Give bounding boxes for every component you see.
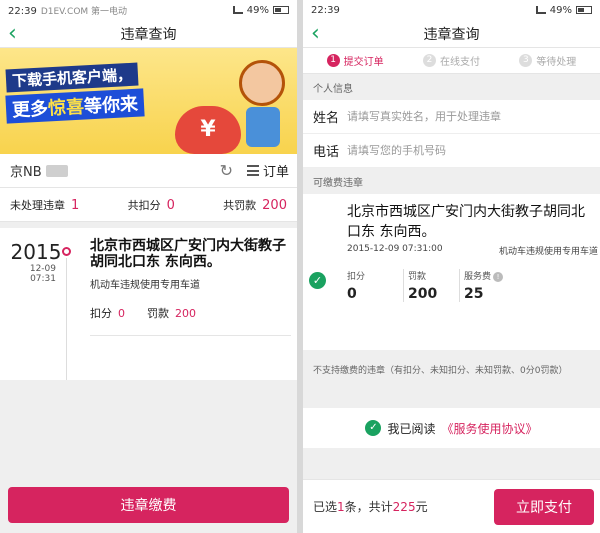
step-submit: 1 提交订单 xyxy=(326,53,384,68)
signal-icon xyxy=(535,6,546,14)
violation-date: 2015 12-09 07:31 xyxy=(10,240,62,284)
refresh-icon[interactable]: ↻ xyxy=(220,161,233,180)
pay-now-button[interactable]: 立即支付 xyxy=(494,488,594,525)
timeline-line xyxy=(66,258,67,380)
violation-fees: 扣分 0 罚款 200 xyxy=(90,307,196,320)
name-input[interactable] xyxy=(347,110,587,123)
name-field: 姓名 xyxy=(303,100,600,134)
banner-line1: 下载手机客户端， xyxy=(5,62,139,93)
divider xyxy=(90,335,291,336)
payable-heading: 可缴费违章 xyxy=(313,177,363,189)
blurred-plate xyxy=(45,164,68,177)
stat-unprocessed: 未处理违章 1 xyxy=(10,197,80,213)
step-wait: 3 等待处理 xyxy=(519,53,576,68)
payable-violation-item[interactable]: ✓ 北京市西城区广安门内大街教子胡同北口东 东向西。 2015-12-09 07… xyxy=(303,194,600,350)
battery-text: 49% xyxy=(549,4,572,16)
pay-violation-button[interactable]: 违章缴费 xyxy=(8,487,289,523)
cartoon-boy-icon xyxy=(239,60,285,147)
step-pay: 2 在线支付 xyxy=(422,53,480,68)
check-icon[interactable]: ✓ xyxy=(309,272,326,289)
stat-fine: 共罚款 200 xyxy=(223,197,287,213)
watermark: D1EV.COM 第一电动 xyxy=(40,6,128,17)
info-icon[interactable]: ! xyxy=(493,272,504,282)
status-icons: 49% xyxy=(535,4,592,16)
stats-row: 未处理违章 1 共扣分 0 共罚款 200 xyxy=(0,188,297,222)
clock: 22:39 xyxy=(8,5,37,17)
list-icon xyxy=(246,165,259,176)
status-icons: 49% xyxy=(232,4,289,16)
plate-number: 京NB xyxy=(10,161,68,180)
page-title: 违章查询 xyxy=(423,26,480,43)
plate-row: 京NB ↻ 订单 xyxy=(0,154,297,188)
signal-icon xyxy=(232,6,243,14)
status-bar: 22:39 D1EV.COM 第一电动 49% xyxy=(0,0,297,20)
money-bag-icon: ¥ xyxy=(175,106,241,154)
orders-button[interactable]: 订单 xyxy=(246,161,289,180)
total-summary: 已选1条，共计225元 xyxy=(313,500,428,514)
order-screen: 22:39 49% ‹ 违章查询 1 提交订单 2 在线支付 3 等待处理 个人信息 … xyxy=(303,0,600,533)
violation-address: 北京市西城区广安门内大街教子胡同北口东 东向西。 xyxy=(90,238,286,270)
promo-banner[interactable]: 下载手机客户端， 更多惊喜等你来 ¥ xyxy=(0,48,297,154)
payable-address: 北京市西城区广安门内大街教子胡同北口东 东向西。 xyxy=(347,204,585,240)
battery-icon xyxy=(576,6,592,14)
checkout-bar: 已选1条，共计225元 立即支付 xyxy=(303,479,600,533)
service-agreement-link[interactable]: 《服务使用协议》 xyxy=(442,420,538,437)
payable-fees: 扣分 0 罚款 200 服务费! 25 xyxy=(347,269,598,302)
timeline-dot xyxy=(62,247,71,256)
unsupported-note: 不支持缴费的违章（有扣分、未知扣分、未知罚款、0分0罚款） xyxy=(303,350,600,408)
personal-info-heading: 个人信息 xyxy=(313,83,353,95)
nav-bar: ‹ 违章查询 xyxy=(0,20,297,48)
name-label: 姓名 xyxy=(313,111,340,126)
clock: 22:39 xyxy=(311,4,340,16)
page-title: 违章查询 xyxy=(120,26,177,43)
phone-field: 电话 xyxy=(303,134,600,168)
violation-type: 机动车违规使用专用车道 xyxy=(90,280,200,291)
phone-label: 电话 xyxy=(313,145,340,160)
battery-icon xyxy=(273,6,289,14)
banner-line2: 更多惊喜等你来 xyxy=(5,88,145,124)
agreement-text: 我已阅读 xyxy=(387,421,436,436)
query-screen: 22:39 D1EV.COM 第一电动 49% ‹ 违章查询 下载手机客户端， 更… xyxy=(0,0,297,533)
nav-bar: ‹ 违章查询 xyxy=(303,20,600,48)
battery-text: 49% xyxy=(246,4,269,16)
agreement-checkbox[interactable]: ✓ xyxy=(365,420,382,436)
payable-meta: 2015-12-09 07:31:00 机动车违规使用专用车道 xyxy=(347,244,598,257)
status-bar: 22:39 49% xyxy=(303,0,600,20)
chevron-left-icon[interactable]: ‹ xyxy=(8,22,17,46)
phone-input[interactable] xyxy=(347,144,587,157)
agreement-row: ✓ 我已阅读 《服务使用协议》 xyxy=(303,408,600,448)
stat-points: 共扣分 0 xyxy=(127,197,175,213)
violation-item[interactable]: 2015 12-09 07:31 北京市西城区广安门内大街教子胡同北口东 东向西… xyxy=(0,228,297,380)
chevron-left-icon[interactable]: ‹ xyxy=(311,22,320,46)
app-wrapper: 22:39 D1EV.COM 第一电动 49% ‹ 违章查询 下载手机客户端， 更… xyxy=(0,0,600,533)
progress-steps: 1 提交订单 2 在线支付 3 等待处理 xyxy=(303,48,600,74)
